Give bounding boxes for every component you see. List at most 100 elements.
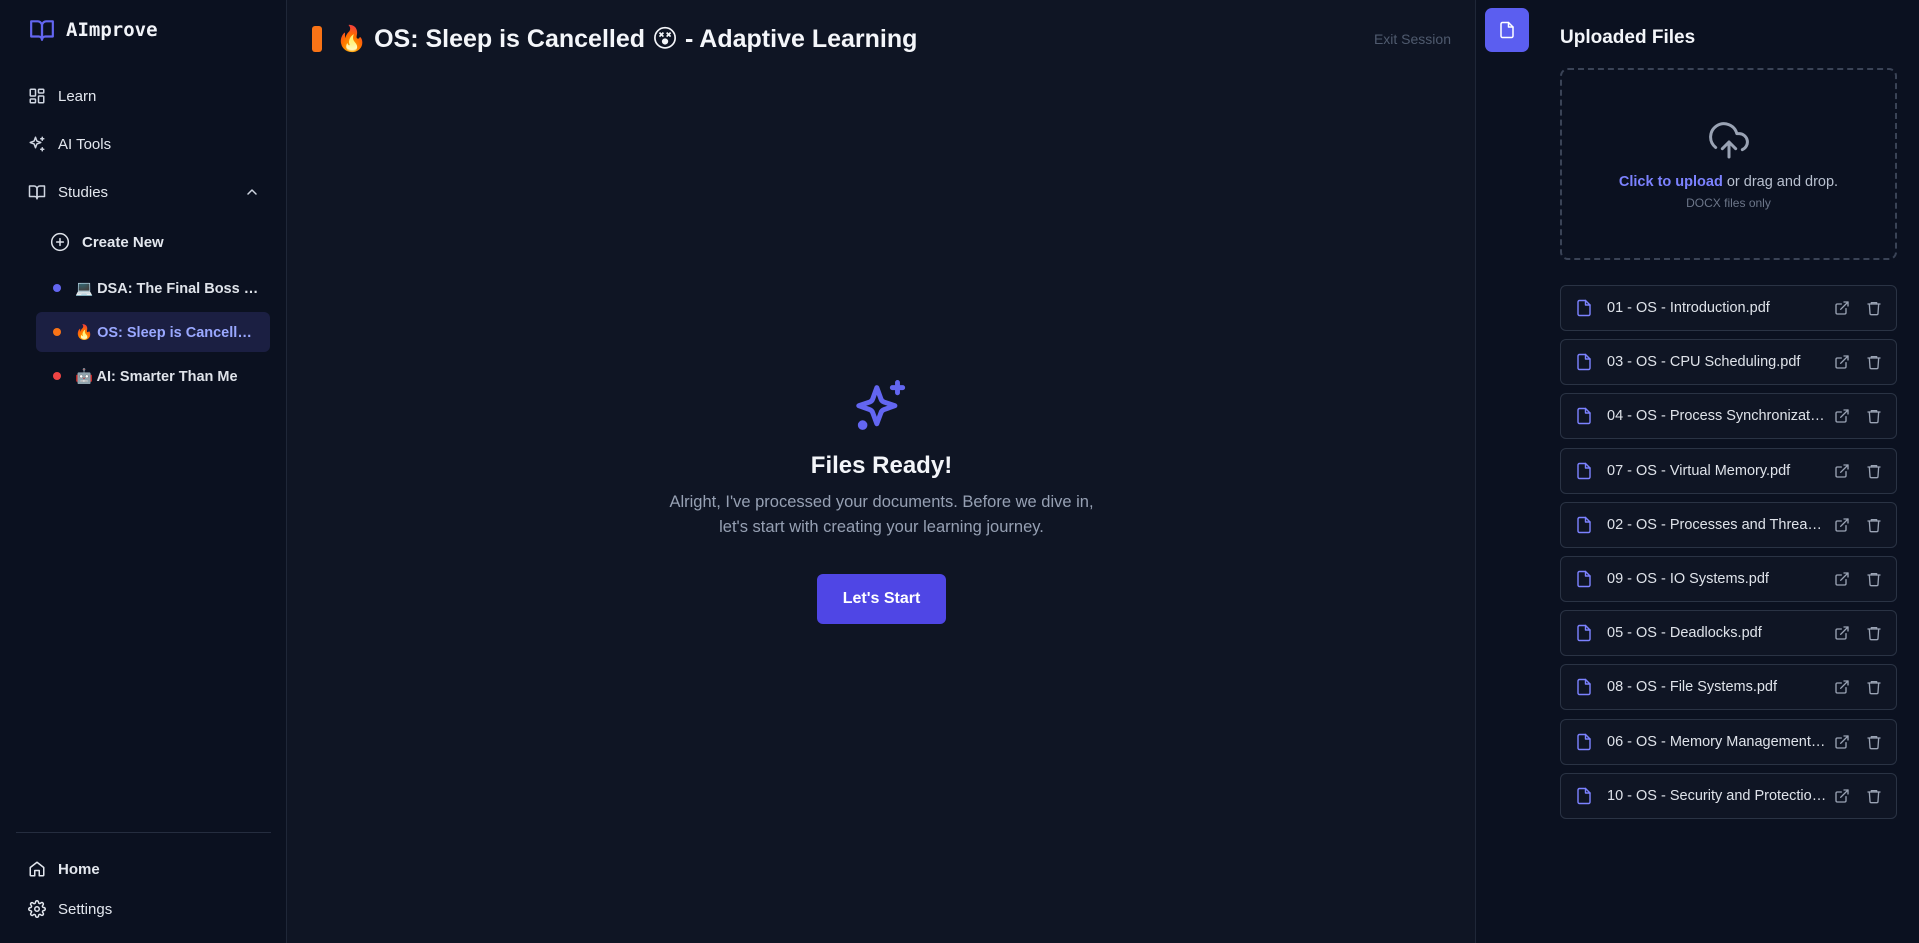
file-icon: [1575, 624, 1593, 642]
lets-start-button[interactable]: Let's Start: [817, 574, 946, 624]
nav-settings-label: Settings: [58, 900, 113, 918]
files-panel: Uploaded Files Click to upload or drag a…: [1475, 0, 1919, 943]
trash-icon[interactable]: [1866, 571, 1882, 587]
file-name: 08 - OS - File Systems.pdf: [1607, 679, 1778, 696]
accent-bar: [312, 26, 322, 52]
file-row[interactable]: 04 - OS - Process Synchronization.pdf: [1560, 393, 1897, 440]
external-link-icon[interactable]: [1834, 408, 1850, 424]
nav-ai-tools-label: AI Tools: [58, 135, 112, 153]
status-dot: [53, 372, 61, 380]
create-new-button[interactable]: Create New: [50, 232, 164, 252]
upload-hint: DOCX files only: [1686, 196, 1771, 210]
plus-circle-icon: [50, 232, 70, 252]
upload-dropzone[interactable]: Click to upload or drag and drop. DOCX f…: [1560, 68, 1897, 260]
cloud-upload-icon: [1708, 122, 1749, 162]
trash-icon[interactable]: [1866, 734, 1882, 750]
nav-studies-label: Studies: [58, 183, 109, 201]
trash-icon[interactable]: [1866, 463, 1882, 479]
file-icon: [1575, 407, 1593, 425]
home-icon: [28, 860, 46, 878]
external-link-icon[interactable]: [1834, 571, 1850, 587]
study-item-dsa[interactable]: 💻 DSA: The Final Boss 👾: [36, 268, 270, 308]
file-name: 02 - OS - Processes and Threads.pdf: [1607, 516, 1827, 533]
create-new-label: Create New: [82, 233, 164, 251]
file-icon: [1575, 570, 1593, 588]
study-label: 🤖 AI: Smarter Than Me: [75, 368, 238, 385]
external-link-icon[interactable]: [1834, 463, 1850, 479]
file-name: 04 - OS - Process Synchronization.pdf: [1607, 408, 1827, 425]
study-item-ai[interactable]: 🤖 AI: Smarter Than Me: [36, 356, 270, 396]
external-link-icon[interactable]: [1834, 625, 1850, 641]
external-link-icon[interactable]: [1834, 300, 1850, 316]
app-name: AImprove: [66, 19, 158, 41]
file-row[interactable]: 03 - OS - CPU Scheduling.pdf: [1560, 339, 1897, 386]
file-row[interactable]: 09 - OS - IO Systems.pdf: [1560, 556, 1897, 602]
drag-drop-text: or drag and drop.: [1722, 174, 1839, 190]
file-icon: [1575, 353, 1593, 371]
status-dot: [53, 284, 61, 292]
file-name: 09 - OS - IO Systems.pdf: [1607, 571, 1769, 587]
files-ready-line-1: Alright, I've processed your documents. …: [669, 493, 1094, 511]
file-name: 07 - OS - Virtual Memory.pdf: [1607, 462, 1791, 479]
gear-icon: [28, 900, 46, 918]
sparkles-icon: [28, 135, 46, 153]
nav-home-label: Home: [58, 860, 100, 878]
trash-icon[interactable]: [1866, 625, 1882, 641]
trash-icon[interactable]: [1866, 517, 1882, 533]
file-row[interactable]: 08 - OS - File Systems.pdf: [1560, 664, 1897, 711]
sidebar: AImprove Learn AI Tools Studies Create N…: [0, 0, 287, 943]
file-icon: [1498, 21, 1516, 39]
file-row[interactable]: 05 - OS - Deadlocks.pdf: [1560, 610, 1897, 657]
file-row[interactable]: 10 - OS - Security and Protection.pdf: [1560, 772, 1897, 819]
study-label: 🔥 OS: Sleep is Cancelled 😵: [75, 324, 259, 341]
file-row[interactable]: 07 - OS - Virtual Memory.pdf: [1560, 447, 1897, 494]
file-row[interactable]: 06 - OS - Memory Management.pdf: [1560, 718, 1897, 765]
session-header: 🔥 OS: Sleep is Cancelled 😵 - Adaptive Le…: [312, 24, 917, 54]
click-to-upload-link[interactable]: Click to upload: [1619, 174, 1723, 190]
page-title: 🔥 OS: Sleep is Cancelled 😵 - Adaptive Le…: [336, 25, 918, 53]
file-icon: [1575, 787, 1593, 805]
files-panel-title: Uploaded Files: [1560, 27, 1696, 48]
file-row[interactable]: 01 - OS - Introduction.pdf: [1560, 285, 1897, 331]
sparkles-icon: [851, 376, 913, 438]
file-icon: [1575, 516, 1593, 534]
external-link-icon[interactable]: [1834, 517, 1850, 533]
brand[interactable]: AImprove: [28, 17, 158, 43]
external-link-icon[interactable]: [1834, 788, 1850, 804]
book-open-icon: [28, 183, 46, 201]
nav-studies[interactable]: Studies: [28, 180, 260, 204]
trash-icon[interactable]: [1866, 300, 1882, 316]
chevron-up-icon[interactable]: [244, 184, 260, 200]
file-row[interactable]: 02 - OS - Processes and Threads.pdf: [1560, 501, 1897, 548]
main-content: 🔥 OS: Sleep is Cancelled 😵 - Adaptive Le…: [288, 0, 1475, 943]
grid-icon: [28, 87, 46, 105]
external-link-icon[interactable]: [1834, 354, 1850, 370]
sidebar-divider: [16, 832, 271, 833]
trash-icon[interactable]: [1866, 408, 1882, 424]
trash-icon[interactable]: [1866, 788, 1882, 804]
file-name: 03 - OS - CPU Scheduling.pdf: [1607, 354, 1801, 371]
nav-settings[interactable]: Settings: [28, 897, 260, 921]
external-link-icon[interactable]: [1834, 734, 1850, 750]
book-logo-icon: [28, 17, 56, 43]
file-name: 10 - OS - Security and Protection.pdf: [1607, 787, 1827, 804]
file-icon: [1575, 299, 1593, 317]
nav-home[interactable]: Home: [28, 857, 260, 881]
nav-learn-label: Learn: [58, 87, 97, 105]
exit-session-button[interactable]: Exit Session: [1374, 31, 1451, 47]
files-ready-line-2: let's start with creating your learning …: [719, 518, 1044, 536]
file-icon: [1575, 733, 1593, 751]
trash-icon[interactable]: [1866, 679, 1882, 695]
files-ready-title: Files Ready!: [810, 452, 953, 479]
study-item-os[interactable]: 🔥 OS: Sleep is Cancelled 😵: [36, 312, 270, 352]
file-name: 01 - OS - Introduction.pdf: [1607, 300, 1770, 316]
study-label: 💻 DSA: The Final Boss 👾: [75, 280, 259, 297]
files-panel-toggle[interactable]: [1485, 8, 1529, 52]
external-link-icon[interactable]: [1834, 679, 1850, 695]
file-icon: [1575, 462, 1593, 480]
file-name: 05 - OS - Deadlocks.pdf: [1607, 625, 1762, 642]
trash-icon[interactable]: [1866, 354, 1882, 370]
nav-ai-tools[interactable]: AI Tools: [28, 132, 260, 156]
file-icon: [1575, 678, 1593, 696]
nav-learn[interactable]: Learn: [28, 84, 260, 108]
